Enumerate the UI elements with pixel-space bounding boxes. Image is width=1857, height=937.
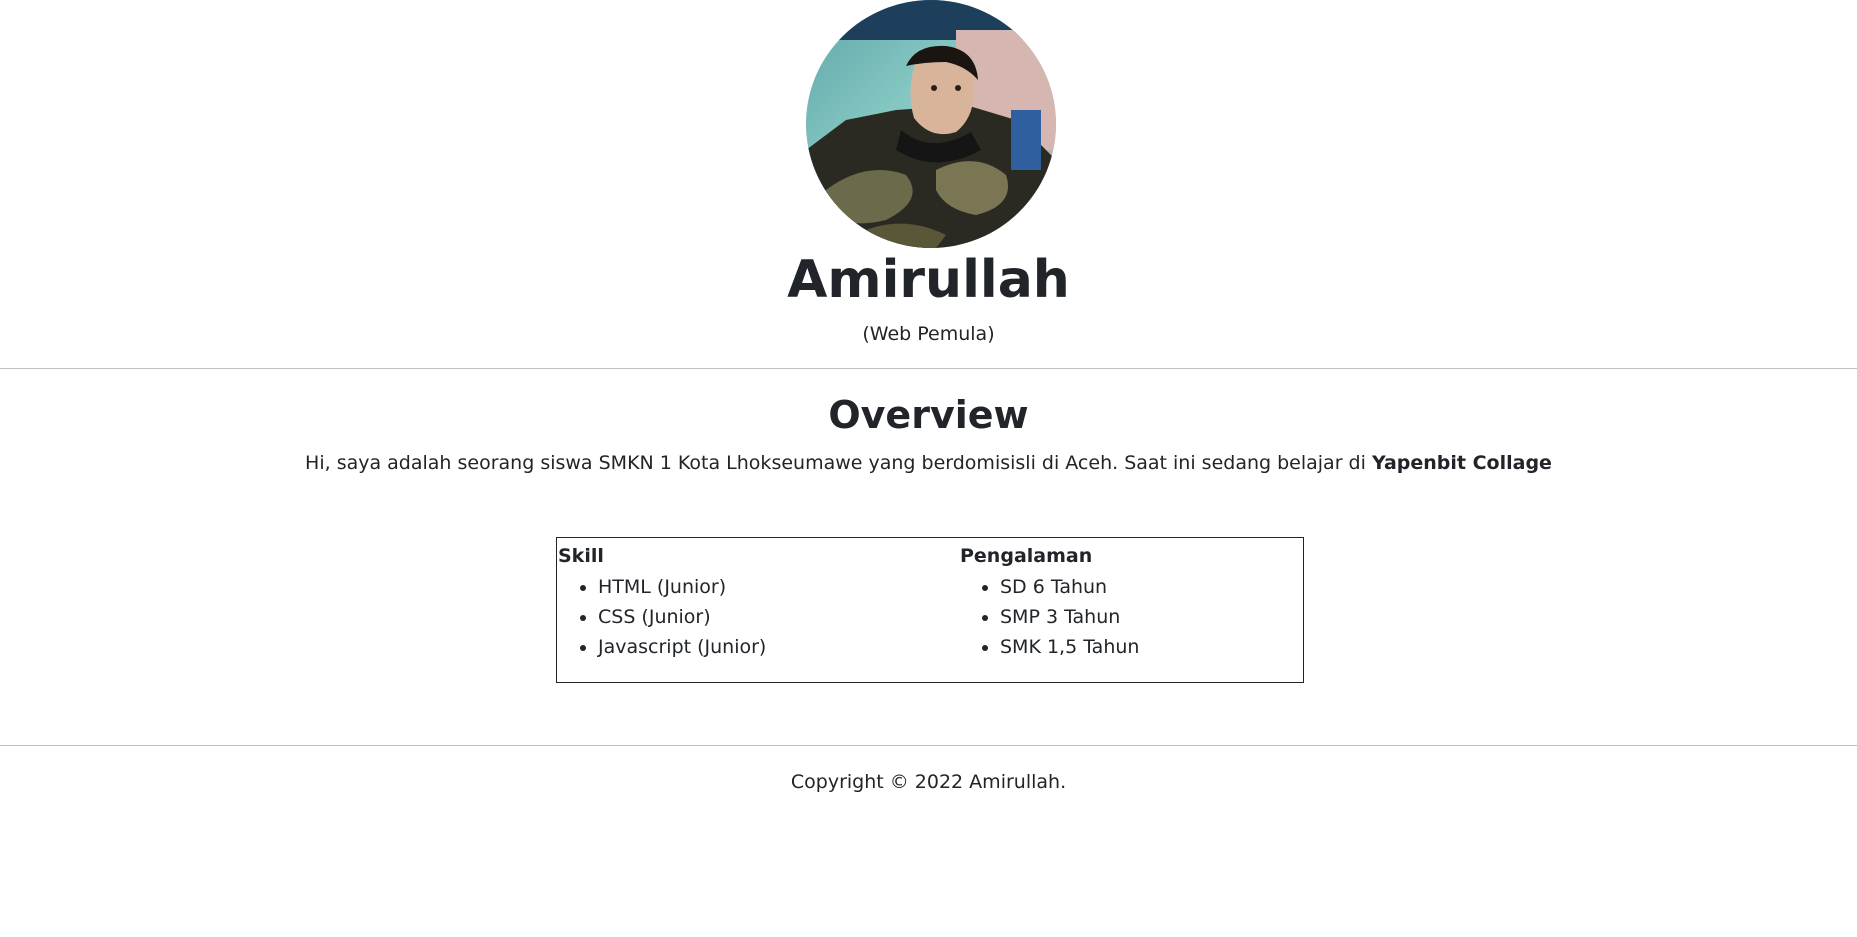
experience-item: SMP 3 Tahun xyxy=(1000,602,1139,632)
profile-role: (Web Pemula) xyxy=(862,323,995,345)
experience-column: Pengalaman SD 6 Tahun SMP 3 Tahun SMK 1,… xyxy=(960,544,1139,662)
footer-copyright: Copyright © 2022 Amirullah. xyxy=(790,771,1067,793)
profile-photo xyxy=(806,0,1056,248)
experience-item: SD 6 Tahun xyxy=(1000,572,1139,602)
divider-top xyxy=(0,368,1857,369)
skill-column: Skill HTML (Junior) CSS (Junior) Javascr… xyxy=(558,544,766,662)
profile-name: Amirullah xyxy=(787,250,1070,310)
overview-paragraph: Hi, saya adalah seorang siswa SMKN 1 Kot… xyxy=(0,451,1857,475)
skill-heading: Skill xyxy=(558,545,604,567)
experience-item: SMK 1,5 Tahun xyxy=(1000,632,1139,662)
profile-photo-image xyxy=(806,0,1056,248)
info-table: Skill HTML (Junior) CSS (Junior) Javascr… xyxy=(556,537,1304,683)
skill-item: Javascript (Junior) xyxy=(598,632,766,662)
experience-heading: Pengalaman xyxy=(960,545,1093,567)
skill-list: HTML (Junior) CSS (Junior) Javascript (J… xyxy=(558,572,766,662)
overview-text: Hi, saya adalah seorang siswa SMKN 1 Kot… xyxy=(305,452,1372,474)
profile-page: Amirullah (Web Pemula) Overview Hi, saya… xyxy=(0,0,1857,937)
overview-highlight: Yapenbit Collage xyxy=(1371,452,1552,474)
skill-item: CSS (Junior) xyxy=(598,602,766,632)
divider-bottom xyxy=(0,745,1857,746)
overview-title: Overview xyxy=(828,393,1029,437)
skill-item: HTML (Junior) xyxy=(598,572,766,602)
experience-list: SD 6 Tahun SMP 3 Tahun SMK 1,5 Tahun xyxy=(960,572,1139,662)
